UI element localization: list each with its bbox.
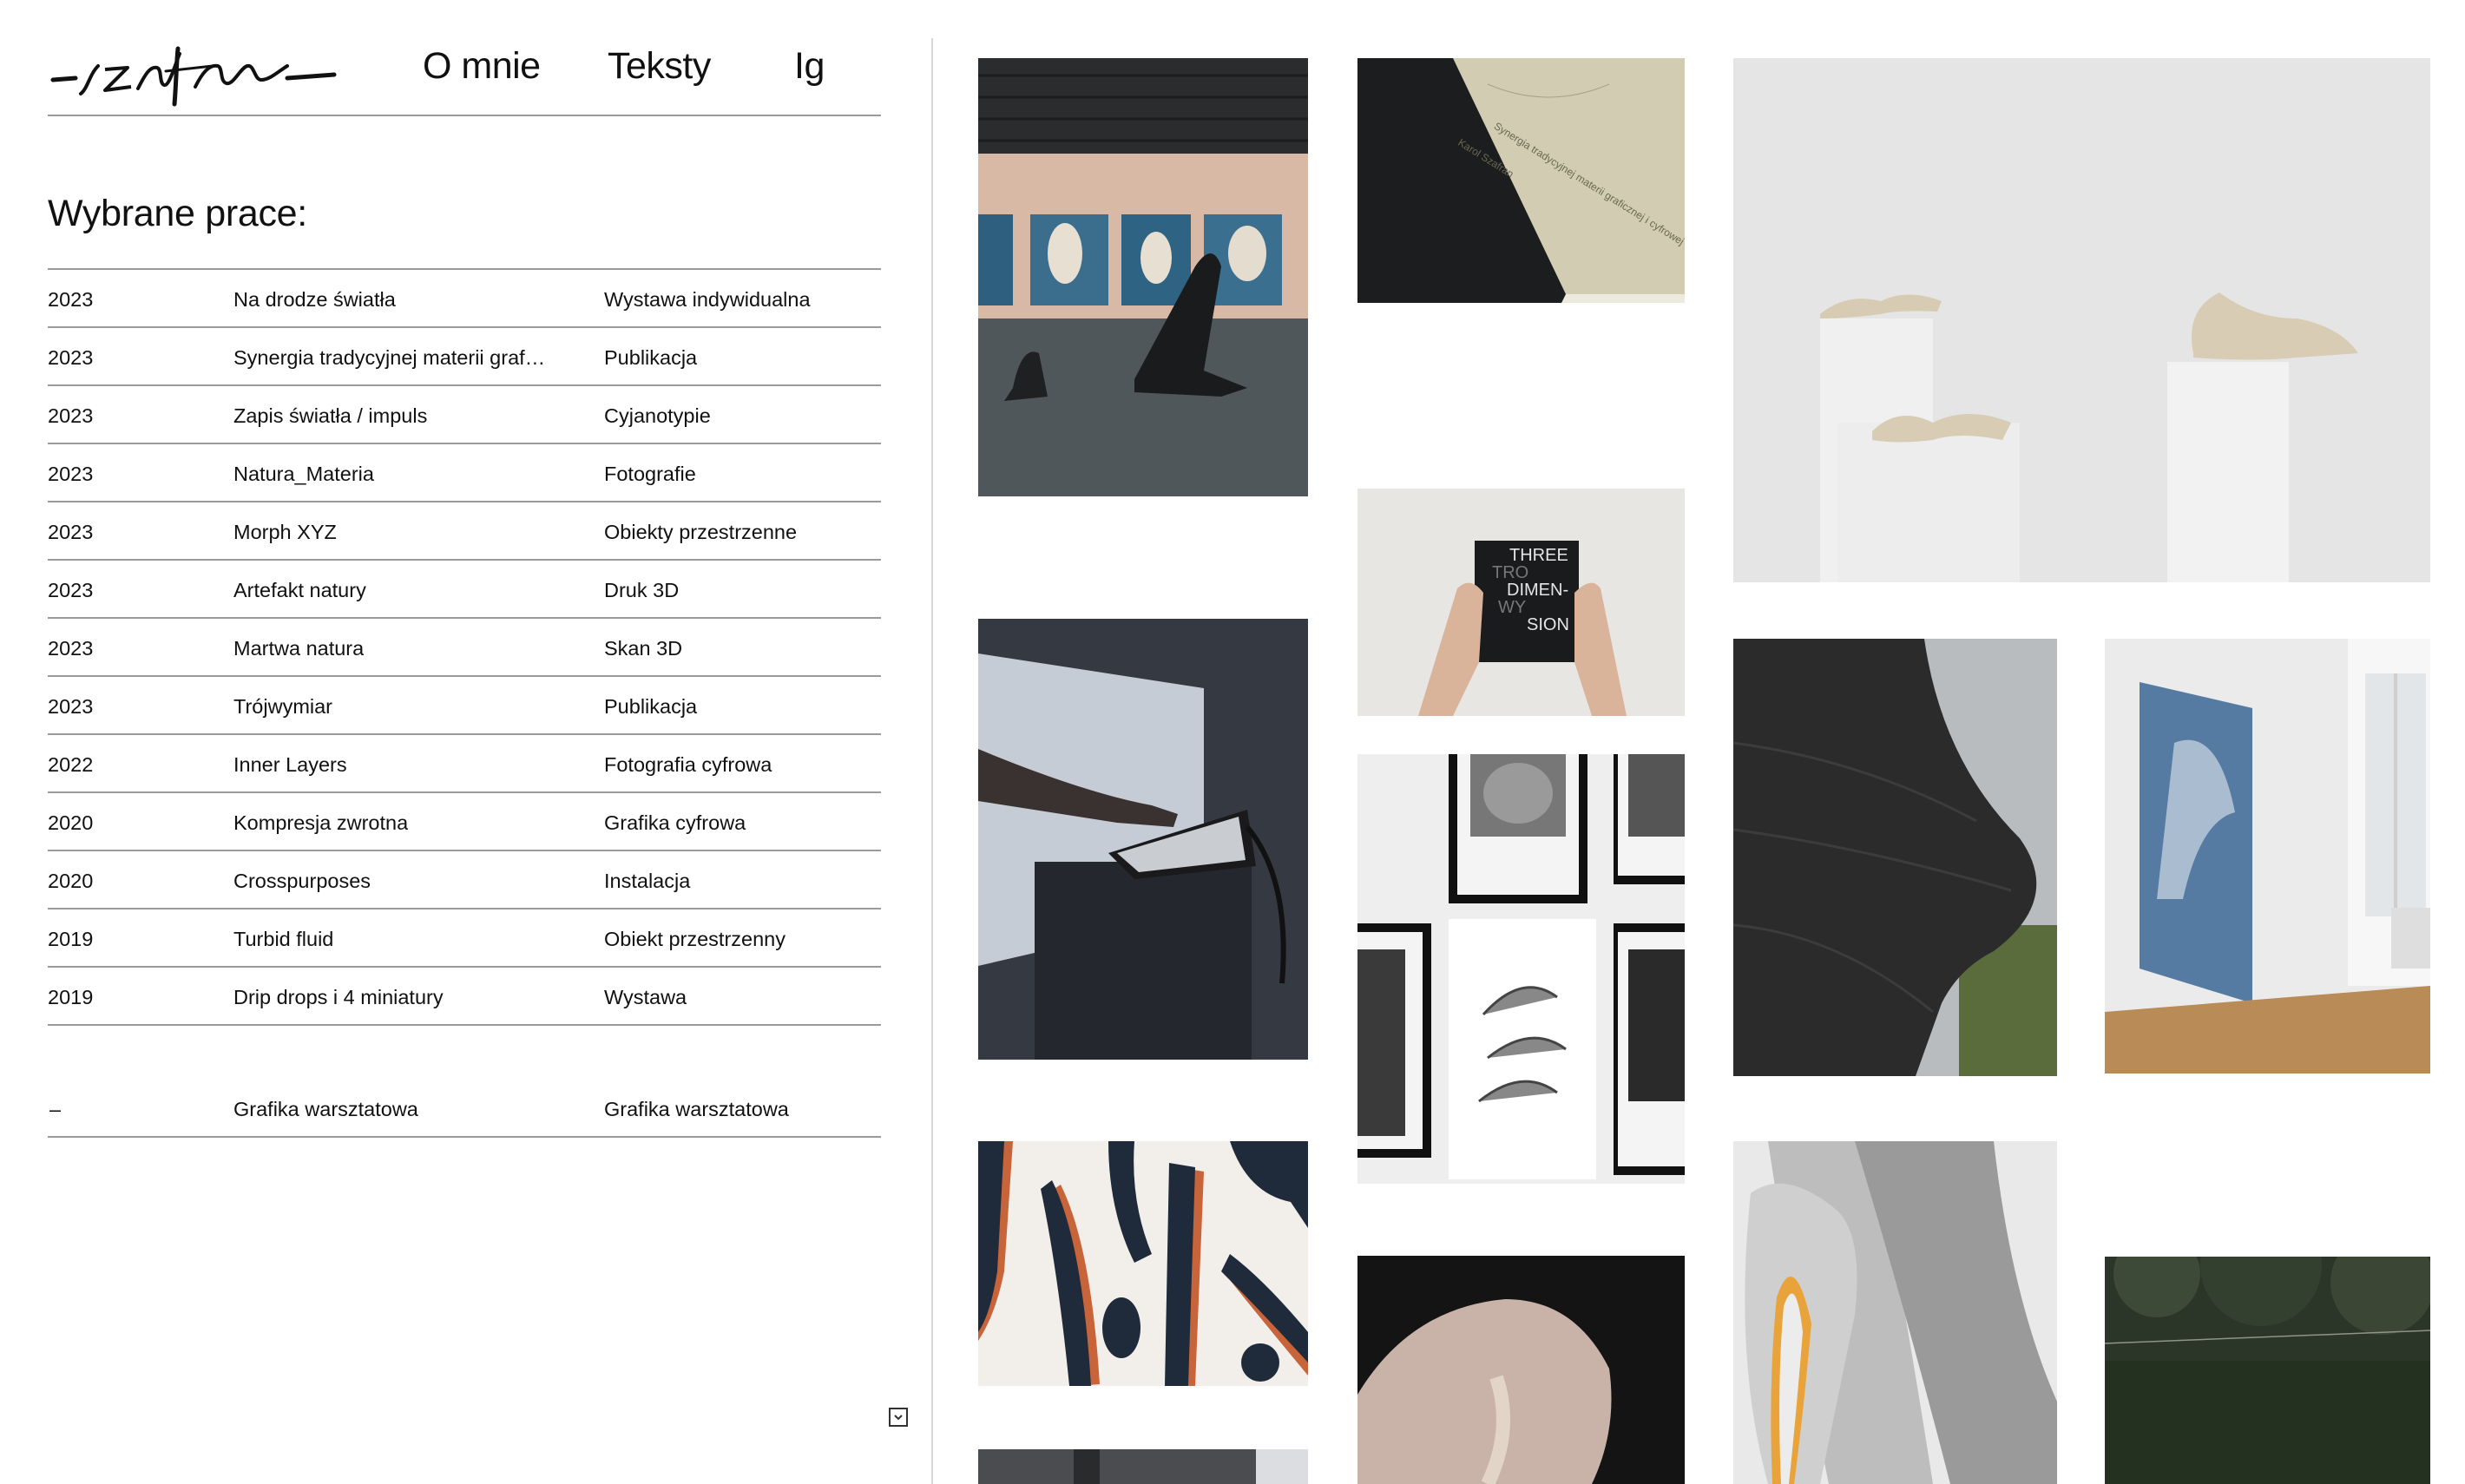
table-row[interactable]: 2023 Martwa natura Skan 3D — [48, 617, 881, 675]
book2-line-3: DIMEN- — [1507, 581, 1568, 600]
signature-logo[interactable] — [48, 40, 343, 109]
work-year: 2020 — [48, 811, 94, 834]
work-title: Trójwymiar — [233, 695, 333, 718]
table-row[interactable]: 2023 Zapis światła / impuls Cyjanotypie — [48, 384, 881, 443]
work-title: Na drodze światła — [233, 288, 396, 311]
work-year: 2023 — [48, 579, 94, 601]
work-title: Crosspurposes — [233, 870, 371, 892]
book2-line-5: SION — [1527, 615, 1569, 634]
works-table: 2023 Na drodze światła Wystawa indywidualn… — [48, 268, 881, 1026]
book2-line-2: TRO — [1492, 563, 1528, 582]
nav-about[interactable]: O mnie — [423, 45, 541, 88]
work-category: Publikacja — [604, 695, 698, 718]
image-trees[interactable] — [2105, 1257, 2430, 1484]
image-layered-paper[interactable] — [1733, 1141, 2057, 1484]
work-year: 2023 — [48, 288, 94, 311]
image-dark-sculpture[interactable] — [1733, 639, 2057, 1076]
work-category: Cyjanotypie — [604, 404, 711, 427]
work-title: Drip drops i 4 miniatury — [233, 986, 444, 1008]
table-row[interactable]: 2023 Natura_Materia Fotografie — [48, 443, 881, 501]
nav-texts[interactable]: Teksty — [608, 45, 711, 88]
table-row[interactable]: 2022 Inner Layers Fotografia cyfrowa — [48, 733, 881, 791]
table-row[interactable]: 2019 Turbid fluid Obiekt przestrzenny — [48, 908, 881, 966]
work-category: Obiekty przestrzenne — [604, 521, 798, 543]
work-year: 2023 — [48, 463, 94, 485]
table-row[interactable]: 2020 Crosspurposes Instalacja — [48, 850, 881, 908]
work-year: 2020 — [48, 870, 94, 892]
work-year: 2019 — [48, 986, 94, 1008]
work-title: Turbid fluid — [233, 928, 334, 950]
image-book-cover[interactable]: Synergia tradycyjnej materii graficznej … — [1357, 58, 1685, 303]
work-category: Wystawa indywidualna — [604, 288, 811, 311]
work-title: Artefakt natury — [233, 579, 366, 601]
work-category: Wystawa — [604, 986, 687, 1008]
work-category: Obiekt przestrzenny — [604, 928, 786, 950]
work-category: Fotografia cyfrowa — [604, 753, 772, 776]
work-year: 2023 — [48, 695, 94, 718]
table-row-extra[interactable]: – Grafika warsztatowa Grafika warsztatow… — [48, 1080, 881, 1138]
image-tablet-installation[interactable] — [978, 619, 1308, 1060]
work-title: Natura_Materia — [233, 463, 374, 485]
panel-divider — [931, 38, 933, 1484]
work-year: – — [49, 1098, 62, 1120]
image-sculptures-on-plinths[interactable] — [1733, 58, 2430, 582]
nav-instagram[interactable]: Ig — [794, 45, 825, 88]
image-exhibition-hall[interactable] — [978, 58, 1308, 496]
work-title: Grafika warsztatowa — [233, 1098, 418, 1120]
work-category: Fotografie — [604, 463, 696, 485]
book2-line-1: THREE — [1509, 546, 1568, 565]
book2-line-4: WY — [1498, 598, 1526, 617]
image-framed-prints[interactable] — [1357, 754, 1685, 1184]
work-category: Publikacja — [604, 346, 698, 369]
work-category: Instalacja — [604, 870, 691, 892]
chevron-down-icon — [894, 1415, 903, 1421]
section-title: Wybrane prace: — [48, 193, 307, 234]
work-year: 2023 — [48, 404, 94, 427]
table-row[interactable]: 2023 Trójwymiar Publikacja — [48, 675, 881, 733]
works-panel: O mnie Teksty Ig Wybrane prace: 2023 Na d… — [0, 0, 933, 1484]
site-header: O mnie Teksty Ig — [48, 35, 881, 116]
work-year: 2022 — [48, 753, 94, 776]
image-blue-painting-room[interactable] — [2105, 639, 2430, 1074]
image-pattern-print[interactable] — [978, 1141, 1308, 1386]
table-row[interactable]: 2023 Synergia tradycyjnej materii grafi..… — [48, 326, 881, 384]
table-row[interactable]: 2023 Morph XYZ Obiekty przestrzenne — [48, 501, 881, 559]
table-row[interactable]: 2020 Kompresja zwrotna Grafika cyfrowa — [48, 791, 881, 850]
work-year: 2023 — [48, 637, 94, 660]
scroll-down-button[interactable] — [889, 1408, 908, 1427]
work-title: Synergia tradycyjnej materii grafi... — [233, 346, 546, 369]
work-category: Skan 3D — [604, 637, 683, 660]
image-interior[interactable] — [978, 1449, 1308, 1484]
work-year: 2019 — [48, 928, 94, 950]
work-category: Grafika cyfrowa — [604, 811, 746, 834]
work-year: 2023 — [48, 521, 94, 543]
work-title: Inner Layers — [233, 753, 347, 776]
work-year: 2023 — [48, 346, 94, 369]
image-hand-texture[interactable] — [1357, 1256, 1685, 1484]
table-row[interactable]: 2023 Artefakt natury Druk 3D — [48, 559, 881, 617]
work-category: Druk 3D — [604, 579, 680, 601]
work-title: Morph XYZ — [233, 521, 337, 543]
table-row[interactable]: 2019 Drip drops i 4 miniatury Wystawa — [48, 966, 881, 1026]
table-row[interactable]: 2023 Na drodze światła Wystawa indywidualn… — [48, 268, 881, 326]
work-category: Grafika warsztatowa — [604, 1098, 789, 1120]
work-title: Zapis światła / impuls — [233, 404, 428, 427]
image-book-in-hands[interactable]: THREE TRO DIMEN- WY SION — [1357, 489, 1685, 716]
work-title: Martwa natura — [233, 637, 365, 660]
work-title: Kompresja zwrotna — [233, 811, 409, 834]
